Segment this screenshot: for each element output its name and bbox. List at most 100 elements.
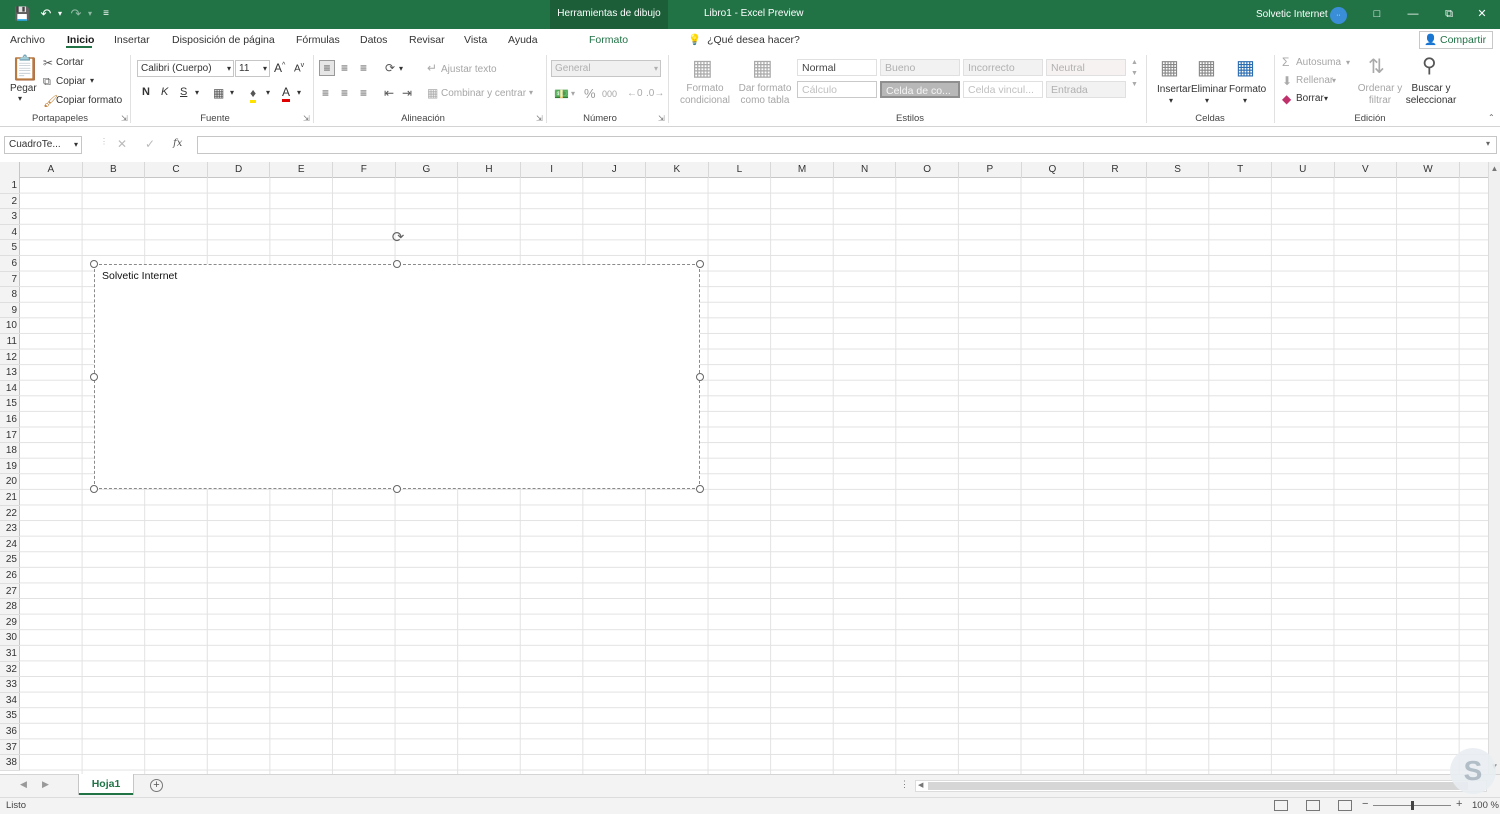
font-size-select[interactable]: 11 ▾	[235, 60, 270, 77]
zoom-out-icon[interactable]: −	[1362, 798, 1368, 810]
style-entrada[interactable]: Entrada	[1046, 81, 1126, 98]
share-button[interactable]: 👤 Compartir	[1419, 31, 1493, 49]
avatar[interactable]: ··	[1330, 7, 1347, 24]
format-as-table-button[interactable]: Dar formato como tabla	[735, 83, 795, 107]
ribbon-display-options-icon[interactable]: □	[1359, 0, 1395, 29]
row-header[interactable]: 9	[0, 303, 20, 319]
bold-button[interactable]: N	[142, 86, 150, 98]
align-bottom-icon[interactable]: ≡	[360, 61, 367, 75]
resize-handle[interactable]	[696, 373, 704, 381]
next-sheet-icon[interactable]: ▶	[42, 779, 49, 790]
column-header[interactable]: I	[521, 162, 584, 178]
align-right-icon[interactable]: ≡	[360, 86, 367, 100]
font-color-icon[interactable]: A	[282, 85, 291, 102]
clipboard-launcher-icon[interactable]: ⇲	[121, 114, 128, 123]
name-box[interactable]: CuadroTe... ▾	[4, 136, 82, 154]
copy-dropdown-icon[interactable]: ▾	[90, 76, 94, 85]
row-header[interactable]: 13	[0, 365, 20, 381]
orientation-dropdown-icon[interactable]: ▾	[399, 64, 403, 73]
align-middle-icon[interactable]: ≡	[341, 61, 348, 75]
increase-indent-icon[interactable]: ⇥	[402, 86, 412, 100]
tab-ayuda[interactable]: Ayuda	[508, 29, 538, 51]
column-header[interactable]: O	[896, 162, 959, 178]
tab-vista[interactable]: Vista	[464, 29, 487, 51]
row-header[interactable]: 32	[0, 662, 20, 678]
insert-cells-button[interactable]: Insertar	[1157, 84, 1191, 95]
row-header[interactable]: 5	[0, 240, 20, 256]
select-all-corner[interactable]	[0, 162, 20, 178]
font-color-dropdown-icon[interactable]: ▾	[297, 88, 301, 97]
shrink-font-icon[interactable]: Av	[294, 62, 304, 74]
minimize-button[interactable]: —	[1395, 0, 1431, 29]
format-cells-icon[interactable]: ▦	[1236, 57, 1255, 79]
style-neutral[interactable]: Neutral	[1046, 59, 1126, 76]
tell-me-search[interactable]: 💡 ¿Qué desea hacer?	[688, 29, 800, 51]
underline-dropdown-icon[interactable]: ▾	[195, 88, 199, 97]
row-header[interactable]: 7	[0, 272, 20, 288]
delete-cells-icon[interactable]: ▦	[1197, 57, 1216, 79]
row-header[interactable]: 11	[0, 334, 20, 350]
conditional-format-button[interactable]: Formato condicional	[675, 83, 735, 107]
currency-icon[interactable]: 💵	[554, 87, 569, 101]
row-header[interactable]: 6	[0, 256, 20, 272]
cut-button[interactable]: Cortar	[56, 57, 84, 68]
column-header[interactable]: U	[1272, 162, 1335, 178]
column-header[interactable]: Q	[1022, 162, 1085, 178]
page-layout-view-icon[interactable]	[1306, 800, 1320, 811]
textbox-shape[interactable]: Solvetic Internet	[94, 264, 700, 489]
format-as-table-icon[interactable]: ▦	[752, 56, 773, 80]
thousands-button[interactable]: 000	[602, 89, 617, 99]
autosum-button[interactable]: Autosuma	[1296, 57, 1341, 68]
row-header[interactable]: 12	[0, 350, 20, 366]
rotate-handle-icon[interactable]: ⟳	[389, 229, 407, 247]
column-header[interactable]: G	[396, 162, 459, 178]
style-celda-vinculada[interactable]: Celda vincul...	[963, 81, 1043, 98]
style-normal[interactable]: Normal	[797, 59, 877, 76]
row-header[interactable]: 23	[0, 521, 20, 537]
style-calculo[interactable]: Cálculo	[797, 81, 877, 98]
tab-formulas[interactable]: Fórmulas	[296, 29, 340, 51]
enter-icon[interactable]: ✓	[145, 137, 155, 151]
row-header[interactable]: 37	[0, 740, 20, 756]
copy-button[interactable]: Copiar	[56, 76, 85, 87]
scroll-thumb[interactable]	[928, 782, 1468, 790]
zoom-in-icon[interactable]: +	[1456, 798, 1462, 810]
row-header[interactable]: 33	[0, 677, 20, 693]
row-header[interactable]: 29	[0, 615, 20, 631]
row-header[interactable]: 28	[0, 599, 20, 615]
grow-font-icon[interactable]: A^	[274, 61, 285, 75]
orientation-icon[interactable]: ⟳	[385, 61, 395, 75]
row-header[interactable]: 18	[0, 443, 20, 459]
resize-handle[interactable]	[90, 373, 98, 381]
column-header[interactable]: H	[458, 162, 521, 178]
close-button[interactable]: ✕	[1464, 0, 1500, 29]
borders-icon[interactable]: ▦	[213, 86, 224, 100]
prev-sheet-icon[interactable]: ◀	[20, 779, 27, 790]
column-header[interactable]: A	[20, 162, 83, 178]
row-header[interactable]: 38	[0, 755, 20, 771]
column-header[interactable]: K	[646, 162, 709, 178]
column-header[interactable]: N	[834, 162, 897, 178]
row-header[interactable]: 27	[0, 584, 20, 600]
decrease-indent-icon[interactable]: ⇤	[384, 86, 394, 100]
row-header[interactable]: 19	[0, 459, 20, 475]
formula-input[interactable]	[197, 136, 1497, 154]
row-header[interactable]: 35	[0, 708, 20, 724]
resize-handle[interactable]	[696, 485, 704, 493]
fill-color-icon[interactable]: ♦	[250, 86, 257, 103]
fill-dropdown-icon[interactable]: ▾	[266, 88, 270, 97]
wrap-text-icon[interactable]: ↵	[427, 61, 437, 75]
row-header[interactable]: 25	[0, 552, 20, 568]
align-left-icon[interactable]: ≡	[322, 86, 329, 100]
clear-dropdown-icon[interactable]: ▾	[1324, 94, 1328, 103]
row-header[interactable]: 34	[0, 693, 20, 709]
column-header[interactable]: T	[1209, 162, 1272, 178]
number-launcher-icon[interactable]: ⇲	[658, 114, 665, 123]
fill-button[interactable]: Rellenar	[1296, 75, 1333, 86]
normal-view-icon[interactable]	[1274, 800, 1288, 811]
page-break-view-icon[interactable]	[1338, 800, 1352, 811]
row-header[interactable]: 1	[0, 178, 20, 194]
column-header[interactable]: E	[270, 162, 333, 178]
borders-dropdown-icon[interactable]: ▾	[230, 88, 234, 97]
horizontal-scrollbar[interactable]: ◀	[915, 780, 1487, 792]
